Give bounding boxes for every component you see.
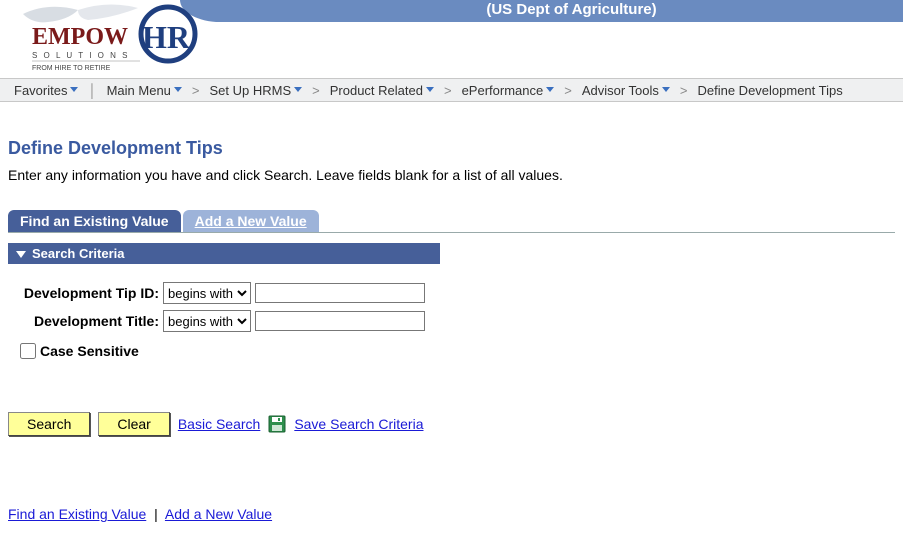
bottom-add-new-link[interactable]: Add a New Value bbox=[165, 506, 272, 522]
label-development-tip-id: Development Tip ID: bbox=[8, 285, 163, 301]
logo-text-empow: EMPOW bbox=[32, 24, 128, 50]
dropdown-icon bbox=[70, 87, 78, 93]
collapse-triangle-icon bbox=[16, 249, 26, 259]
input-development-title[interactable] bbox=[255, 311, 425, 331]
search-criteria-label: Search Criteria bbox=[32, 246, 125, 261]
field-row-tip-id: Development Tip ID: begins with bbox=[8, 282, 895, 304]
breadcrumb-nav: Favorites │ Main Menu > Set Up HRMS > Pr… bbox=[0, 78, 903, 102]
nav-label: Advisor Tools bbox=[582, 83, 659, 98]
app-header: (US Dept of Agriculture) EMPOW HR S O L … bbox=[0, 0, 903, 78]
chevron-right-icon: > bbox=[440, 83, 456, 98]
nav-divider-icon: │ bbox=[84, 83, 100, 98]
save-search-criteria-link[interactable]: Save Search Criteria bbox=[294, 416, 423, 432]
clear-button[interactable]: Clear bbox=[98, 412, 169, 436]
nav-label: Favorites bbox=[14, 83, 67, 98]
page-title: Define Development Tips bbox=[8, 138, 895, 159]
page-content: Define Development Tips Enter any inform… bbox=[0, 102, 903, 530]
checkbox-case-sensitive[interactable] bbox=[20, 343, 36, 359]
tab-strip: Find an Existing Value Add a New Value bbox=[8, 209, 895, 233]
operator-select-tip-id[interactable]: begins with bbox=[163, 282, 251, 304]
field-row-development-title: Development Title: begins with bbox=[8, 310, 895, 332]
chevron-right-icon: > bbox=[560, 83, 576, 98]
dropdown-icon bbox=[174, 87, 182, 93]
tab-find-existing[interactable]: Find an Existing Value bbox=[8, 210, 181, 232]
nav-label: ePerformance bbox=[462, 83, 544, 98]
empowhr-logo: EMPOW HR S O L U T I O N S FROM HIRE TO … bbox=[18, 0, 218, 78]
operator-select-title[interactable]: begins with bbox=[163, 310, 251, 332]
search-criteria-header[interactable]: Search Criteria bbox=[8, 243, 440, 264]
chevron-right-icon: > bbox=[676, 83, 692, 98]
tab-add-new[interactable]: Add a New Value bbox=[183, 210, 319, 232]
nav-favorites[interactable]: Favorites bbox=[8, 83, 84, 98]
svg-text:FROM HIRE TO RETIRE: FROM HIRE TO RETIRE bbox=[32, 65, 111, 72]
label-development-title: Development Title: bbox=[8, 313, 163, 329]
chevron-right-icon: > bbox=[308, 83, 324, 98]
bottom-links: Find an Existing Value | Add a New Value bbox=[8, 506, 895, 522]
chevron-right-icon: > bbox=[188, 83, 204, 98]
dropdown-icon bbox=[546, 87, 554, 93]
case-sensitive-row: Case Sensitive bbox=[16, 340, 895, 362]
page-instructions: Enter any information you have and click… bbox=[8, 167, 895, 183]
nav-main-menu[interactable]: Main Menu bbox=[101, 83, 188, 98]
nav-label: Product Related bbox=[330, 83, 423, 98]
search-criteria-body: Development Tip ID: begins with Developm… bbox=[8, 264, 895, 370]
save-disk-icon bbox=[268, 415, 286, 433]
dropdown-icon bbox=[426, 87, 434, 93]
nav-label: Main Menu bbox=[107, 83, 171, 98]
nav-product-related[interactable]: Product Related bbox=[324, 83, 440, 98]
nav-advisor-tools[interactable]: Advisor Tools bbox=[576, 83, 676, 98]
nav-label: Set Up HRMS bbox=[210, 83, 292, 98]
org-banner: (US Dept of Agriculture) bbox=[240, 0, 903, 22]
search-button[interactable]: Search bbox=[8, 412, 90, 436]
label-case-sensitive: Case Sensitive bbox=[40, 343, 139, 359]
nav-setup-hrms[interactable]: Set Up HRMS bbox=[204, 83, 309, 98]
input-development-tip-id[interactable] bbox=[255, 283, 425, 303]
nav-define-development-tips[interactable]: Define Development Tips bbox=[691, 83, 848, 98]
logo-text-hr: HR bbox=[142, 19, 191, 55]
bottom-divider: | bbox=[150, 506, 162, 522]
nav-eperformance[interactable]: ePerformance bbox=[456, 83, 561, 98]
dropdown-icon bbox=[294, 87, 302, 93]
action-row: Search Clear Basic Search Save Search Cr… bbox=[8, 412, 895, 436]
bottom-find-existing-link[interactable]: Find an Existing Value bbox=[8, 506, 146, 522]
svg-text:S O L U T I O N S: S O L U T I O N S bbox=[32, 51, 129, 60]
nav-label: Define Development Tips bbox=[697, 83, 842, 98]
dropdown-icon bbox=[662, 87, 670, 93]
basic-search-link[interactable]: Basic Search bbox=[178, 416, 260, 432]
